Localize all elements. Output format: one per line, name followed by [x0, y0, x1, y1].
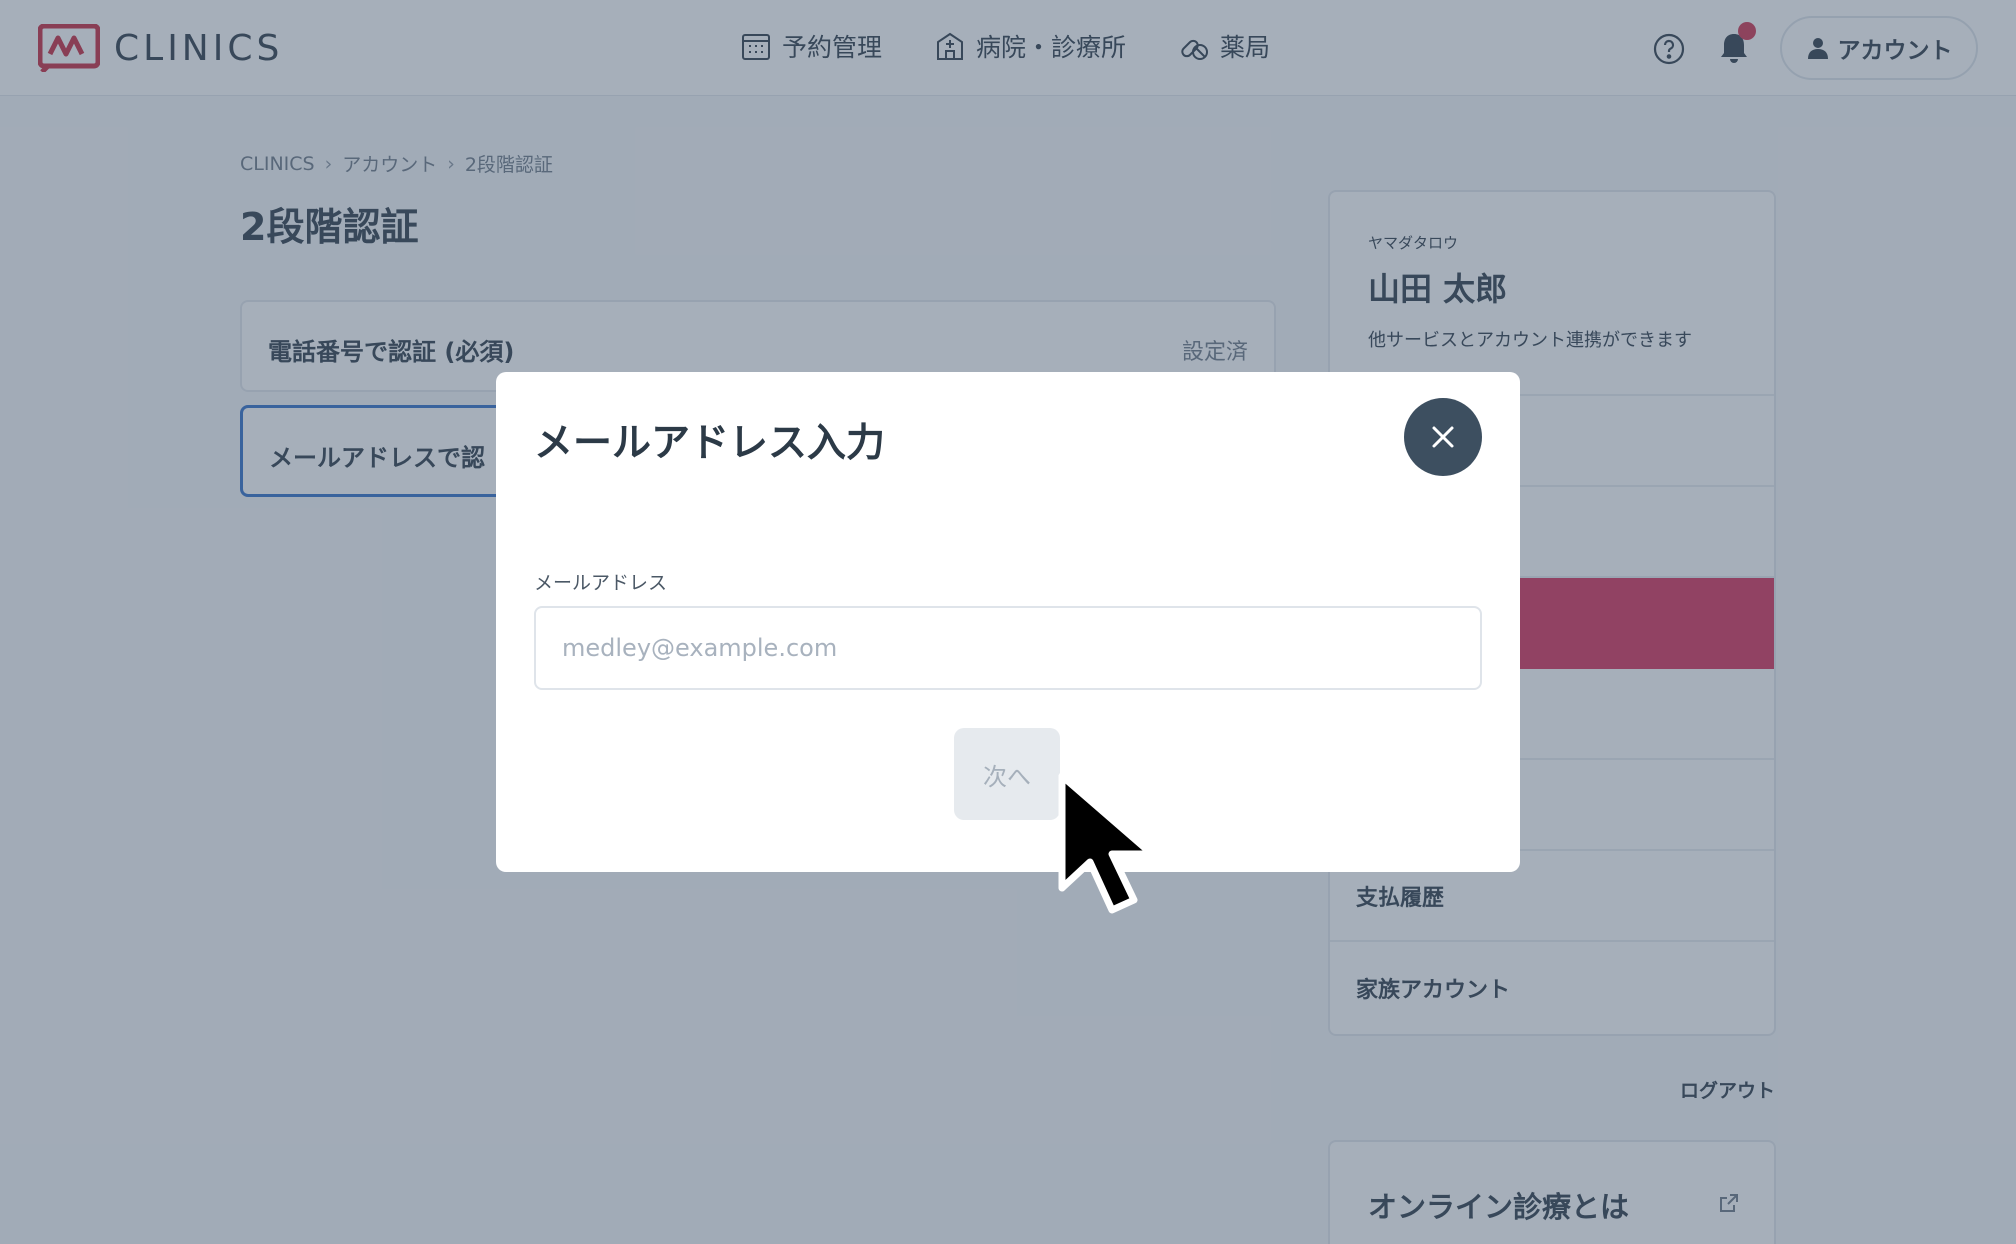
close-button[interactable]: [1404, 398, 1482, 476]
email-input-modal: メールアドレス入力 メールアドレス 次へ: [496, 372, 1520, 872]
email-input[interactable]: [534, 606, 1482, 690]
next-button[interactable]: 次へ: [954, 728, 1060, 820]
close-icon: [1432, 426, 1454, 448]
modal-title: メールアドレス入力: [534, 421, 886, 466]
mouse-cursor-icon: [1058, 772, 1156, 914]
email-field-label: メールアドレス: [534, 572, 668, 594]
